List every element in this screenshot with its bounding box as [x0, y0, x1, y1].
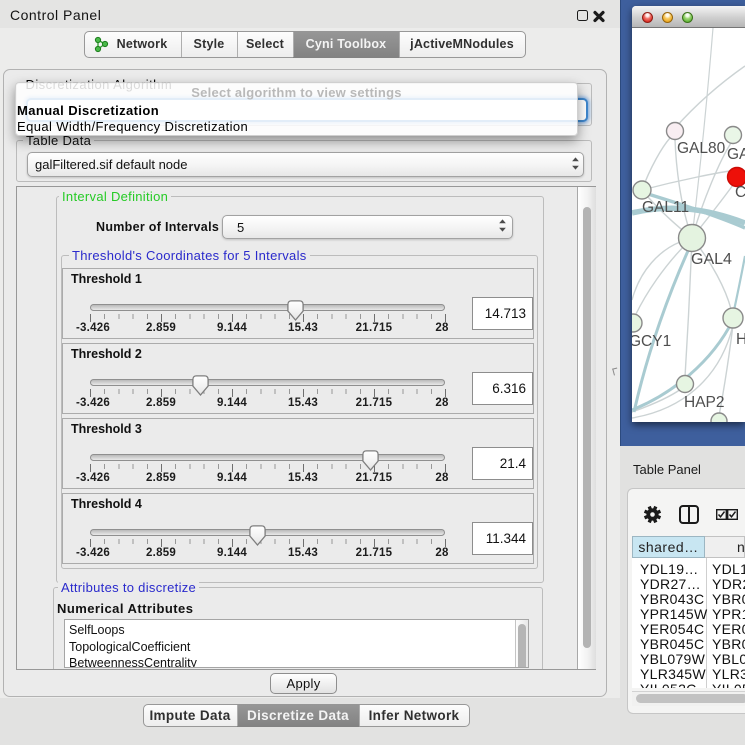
- svg-text:CD: CD: [735, 184, 745, 201]
- svg-text:GAL1: GAL1: [727, 146, 745, 163]
- svg-text:GCY1: GCY1: [632, 333, 671, 350]
- svg-text:HI: HI: [736, 331, 745, 348]
- svg-text:HAP2: HAP2: [684, 394, 725, 411]
- svg-text:GAL11: GAL11: [642, 199, 689, 216]
- svg-text:GAL80: GAL80: [677, 140, 726, 157]
- svg-text:GAL4: GAL4: [691, 251, 732, 268]
